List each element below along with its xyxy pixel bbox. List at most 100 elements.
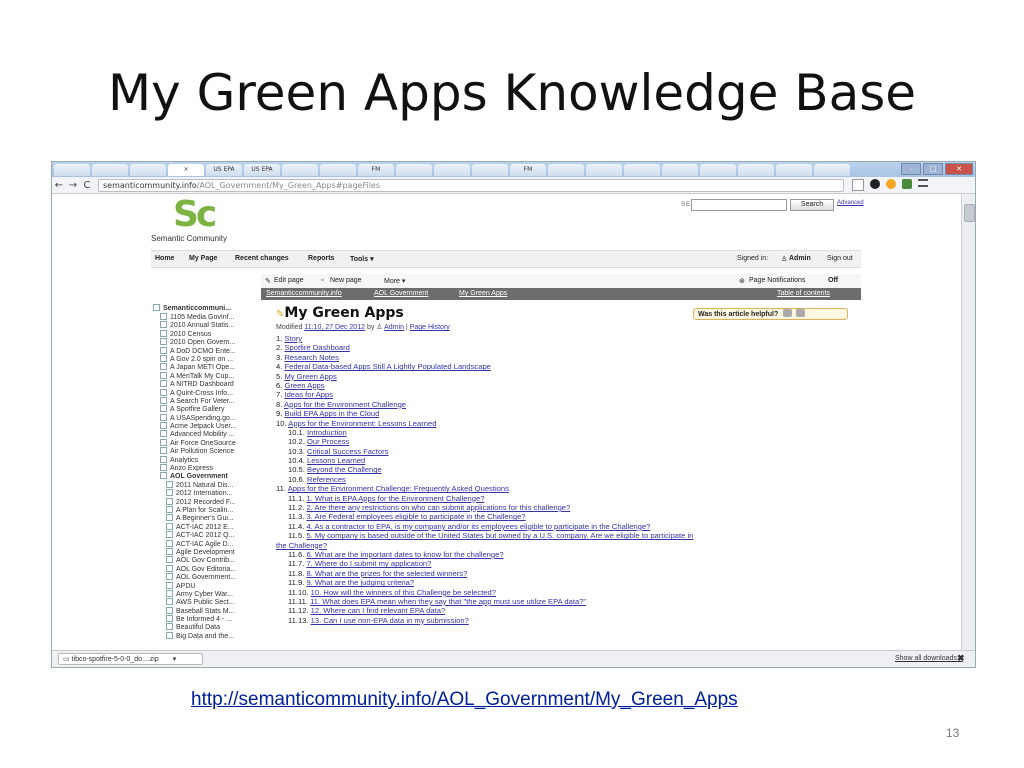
thumbs-up-icon[interactable] [783,309,793,317]
toc-link[interactable]: Spotfire Dashboard [284,343,349,352]
toc-link[interactable]: 5. My company is based outside of the Un… [306,531,693,540]
toc-link[interactable]: 12. Where can I find relevant EPA data? [311,606,446,615]
leftnav-item[interactable]: 1105 Media GovInf... [151,313,257,321]
back-arrow-icon[interactable]: ← [52,180,66,191]
leftnav-item[interactable]: 2010 Open Govern... [151,338,257,346]
extension-orange-icon[interactable] [886,179,896,189]
breadcrumb-item[interactable]: AOL Government [374,290,428,297]
browser-tab[interactable] [738,163,774,176]
toc-link[interactable]: Apps for the Environment Challenge [284,400,406,409]
modified-date-link[interactable]: 11:10, 27 Dec 2012 [304,324,365,331]
browser-tab[interactable] [624,163,660,176]
leftnav-item[interactable]: A Beginner's Gui... [151,514,257,522]
leftnav-item[interactable]: Air Pollution Science [151,447,257,455]
toc-link[interactable]: 11. What does EPA mean when they say tha… [310,597,586,606]
toc-link[interactable]: Beyond the Challenge [307,465,382,474]
browser-tab[interactable] [434,163,470,176]
edit-page-button[interactable]: Edit page [274,277,304,284]
leftnav-item[interactable]: A DoD DCMO Ente... [151,346,257,355]
browser-tab[interactable] [586,163,622,176]
leftnav-item[interactable]: A Plan for Scalin... [151,505,257,514]
toc-link[interactable]: 1. What is EPA Apps for the Environment … [306,494,484,503]
minimize-button[interactable]: – [901,163,921,175]
browser-tab[interactable] [320,163,356,176]
browser-tab[interactable] [776,163,812,176]
leftnav-item[interactable]: 2012 Internation... [151,489,257,497]
leftnav-item[interactable]: Acme Jetpack User... [151,422,257,430]
reload-icon[interactable]: C [80,180,94,191]
toc-link[interactable]: Federal Data-based Apps Still A Lightly … [284,362,490,371]
browser-tab[interactable] [700,163,736,176]
browser-tab[interactable] [814,163,850,176]
leftnav-item[interactable]: 2012 Recorded F... [151,497,257,506]
toc-link[interactable]: Apps for the Environment: Lessons Learne… [288,419,436,428]
toc-link[interactable]: 6. What are the important dates to know … [306,550,503,559]
toc-link[interactable]: 2. Are there any restrictions on who can… [306,503,570,512]
leftnav-item[interactable]: Army Cyber War... [151,589,257,598]
nav-tools[interactable]: Tools ▾ [350,255,374,263]
browser-tab[interactable] [130,163,166,176]
page-notifications-state[interactable]: Off [828,277,838,284]
toc-link[interactable]: Introduction [307,428,347,437]
breadcrumb-item[interactable]: My Green Apps [459,290,507,297]
toc-link[interactable]: 10. How will the winners of this Challen… [311,588,496,597]
toc-link[interactable]: Ideas for Apps [284,390,333,399]
leftnav-item[interactable]: APDU [151,581,257,590]
toc-link[interactable]: Our Process [307,437,349,446]
toc-link[interactable]: Lessons Learned [307,456,365,465]
page-notifications-label[interactable]: Page Notifications [749,277,805,284]
leftnav-item[interactable]: A Search For Veter... [151,396,257,405]
toc-link[interactable]: Story [284,334,302,343]
thumbs-down-icon[interactable] [796,309,806,317]
table-of-contents-link[interactable]: Table of contents [777,290,830,297]
leftnav-item[interactable]: Baseball Stats M... [151,606,257,615]
browser-tab[interactable] [396,163,432,176]
new-page-button[interactable]: New page [330,277,362,284]
browser-tab[interactable] [548,163,584,176]
toc-link[interactable]: Build EPA Apps in the Cloud [284,409,379,418]
leftnav-item[interactable]: 2011 Natural Dis... [151,480,257,489]
toc-link[interactable]: References [307,475,346,484]
show-all-downloads-link[interactable]: Show all downloads... [895,655,963,662]
leftnav-item[interactable]: Agile Development [151,547,257,556]
page-history-link[interactable]: Page History [410,324,450,331]
leftnav-item[interactable]: AOL Gov Editoria... [151,564,257,573]
browser-tab[interactable] [472,163,508,176]
close-icon[interactable]: ✖ [957,653,965,664]
download-item[interactable]: ▭ tibco-spotfire-5-0-0_do....zip ▾ [58,653,203,665]
nav-reports[interactable]: Reports [308,255,334,262]
forward-arrow-icon[interactable]: → [66,180,80,191]
leftnav-item[interactable]: ACT-IAC 2012 E... [151,522,257,531]
leftnav-item[interactable]: ACT-IAC Agile D... [151,539,257,548]
chevron-down-icon[interactable]: ▾ [173,656,177,663]
vertical-scrollbar[interactable] [961,194,975,650]
leftnav-item[interactable]: Be Informed 4 - ... [151,615,257,623]
leftnav-item[interactable]: A Gov 2.0 spin on ... [151,354,257,363]
toc-link[interactable]: 9. What are the judging criteria? [306,578,414,587]
search-button[interactable]: Search [790,199,834,211]
toc-link[interactable]: 7. Where do I submit my application? [306,559,431,568]
modified-user-link[interactable]: Admin [384,324,404,331]
leftnav-item[interactable]: A Japan METI Ope... [151,363,257,371]
site-logo[interactable]: Sc Semantic Community [151,194,257,243]
leftnav-item[interactable]: A MeriTalk My Cup... [151,371,257,380]
search-input[interactable] [691,199,787,211]
browser-tab[interactable]: US EPA [244,163,280,176]
browser-tab[interactable] [54,163,90,176]
leftnav-item[interactable]: A NITRD Dashboard [151,380,257,388]
more-menu[interactable]: More ▾ [384,277,405,285]
browser-tab[interactable]: FM [510,163,546,176]
scrollbar-thumb[interactable] [964,204,975,222]
browser-tab[interactable] [282,163,318,176]
maximize-button[interactable]: □ [923,163,943,175]
browser-tab[interactable] [92,163,128,176]
advanced-search-link[interactable]: Advanced [837,200,864,206]
leftnav-item[interactable]: Big Data and the... [151,631,257,640]
toc-link[interactable]: 13. Can I use non-EPA data in my submiss… [311,616,469,625]
extension-green-icon[interactable] [902,179,912,189]
leftnav-item[interactable]: Air Force OneSource [151,438,257,447]
address-bar[interactable]: semanticommunity.info/AOL_Government/My_… [98,178,844,192]
browser-tab[interactable]: US EPA [206,163,242,176]
toc-link[interactable]: Green Apps [284,381,324,390]
leftnav-item[interactable]: AOL Government... [151,573,257,581]
